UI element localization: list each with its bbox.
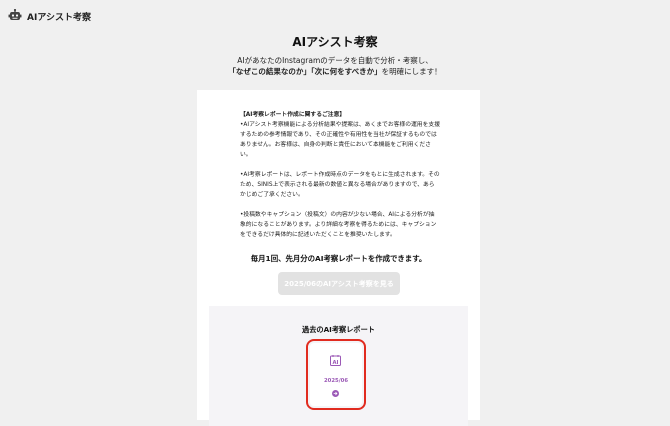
report-date: 2025/06: [323, 378, 349, 384]
top-bar: AIアシスト考察: [0, 0, 670, 32]
past-reports-section: 過去のAI考察レポート AI 2025/06: [209, 306, 468, 426]
monthly-info: 毎月1回、先月分のAI考察レポートを作成できます。: [250, 254, 427, 263]
page-title: AIアシスト考察: [292, 35, 378, 49]
svg-text:AI: AI: [333, 360, 339, 366]
notice-box: 【AI考察レポート作成に関するご注意】 •AIアシスト考察機能による分析結果や提…: [240, 110, 440, 240]
subtitle-rest: を明確にします！: [381, 67, 442, 76]
subtitle-line-1: AIがあなたのInstagramのデータを自動で分析・考察し、: [237, 56, 433, 65]
notice-paragraph-1: •AIアシスト考察機能による分析結果や提案は、あくまでお客様の運用を支援するため…: [240, 122, 440, 158]
subtitle-emphasis: 「なぜこの結果なのか」「次に何をすべきか」: [228, 67, 382, 76]
subtitle-line-2: 「なぜこの結果なのか」「次に何をすべきか」を明確にします！: [0, 66, 670, 77]
main-card: 【AI考察レポート作成に関するご注意】 •AIアシスト考察機能による分析結果や提…: [197, 90, 480, 426]
robot-icon: [8, 9, 22, 20]
notice-paragraph-3: •投稿数やキャプション（投稿文）の内容が少ない場合、AIによる分析が抽象的になる…: [240, 212, 437, 238]
report-card-2025-06[interactable]: AI 2025/06: [306, 339, 366, 410]
view-report-button[interactable]: 2025/06のAIアシスト考察を見る: [278, 272, 400, 295]
notice-paragraph-2: •AI考察レポートは、レポート作成時点のデータをもとに生成されます。そのため、S…: [240, 172, 440, 198]
ai-report-icon: AI: [330, 355, 341, 366]
notice-heading: 【AI考察レポート作成に関するご注意】: [240, 112, 346, 118]
past-reports-title: 過去のAI考察レポート: [302, 325, 375, 334]
app-title: AIアシスト考察: [27, 12, 91, 23]
arrow-right-icon[interactable]: [332, 390, 339, 397]
